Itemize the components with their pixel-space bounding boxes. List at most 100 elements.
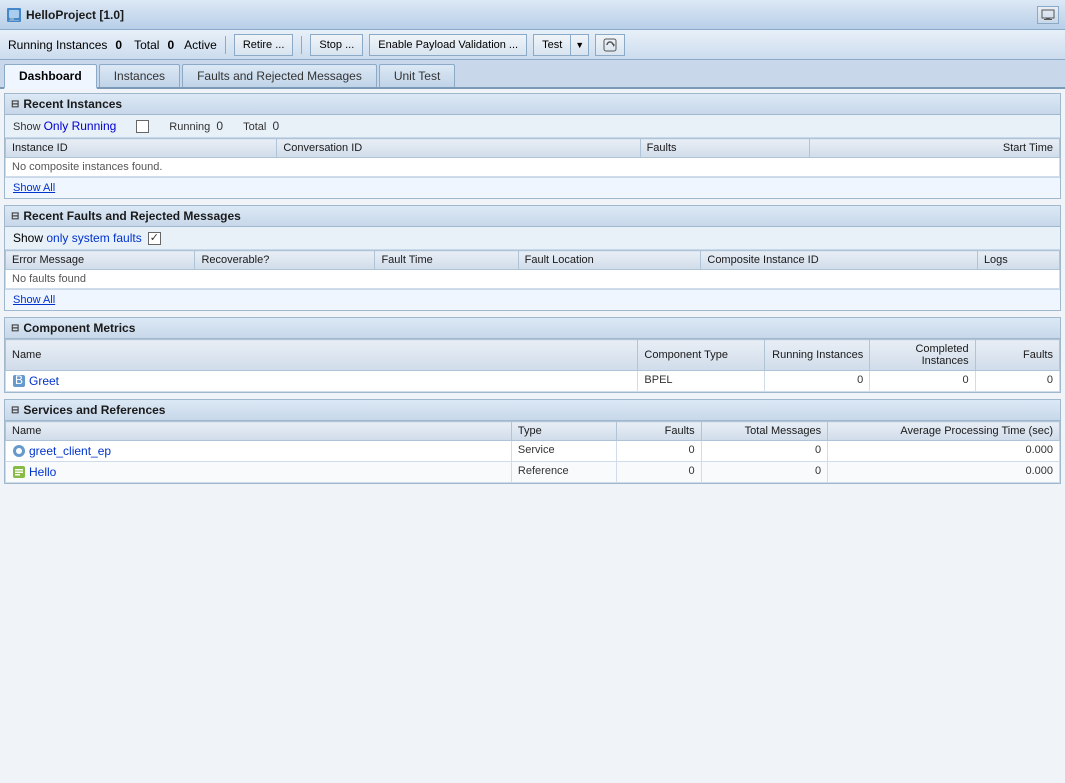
instances-show-all[interactable]: Show All [5, 177, 1060, 198]
refresh-button[interactable] [595, 34, 625, 56]
recent-instances-title: Recent Instances [23, 97, 122, 111]
show-only-running-checkbox[interactable] [136, 120, 149, 133]
metrics-table: Name Component Type Running Instances Co… [5, 339, 1060, 392]
tab-faults[interactable]: Faults and Rejected Messages [182, 64, 377, 87]
col-metrics-running: Running Instances [764, 340, 869, 371]
collapse-services-icon[interactable]: ⊟ [11, 405, 19, 416]
recent-faults-header: ⊟ Recent Faults and Rejected Messages [5, 206, 1060, 227]
recent-faults-title: Recent Faults and Rejected Messages [23, 209, 240, 223]
only-system-faults-text: only system faults [46, 231, 141, 245]
table-row: Hello Reference 0 0 0.000 [6, 462, 1060, 483]
table-row: greet_client_ep Service 0 0 0.000 [6, 441, 1060, 462]
services-references-content: Name Type Faults Total Messages Average … [5, 421, 1060, 483]
service-row-avg: 0.000 [828, 441, 1060, 462]
col-faults: Faults [640, 139, 810, 158]
total-label: Total [134, 38, 159, 52]
service-name-text: greet_client_ep [29, 444, 111, 458]
tab-dashboard[interactable]: Dashboard [4, 64, 97, 89]
no-faults-message: No faults found [6, 270, 1060, 289]
metrics-row-type: BPEL [638, 371, 764, 392]
bpel-icon: B [12, 374, 26, 388]
component-metrics-title: Component Metrics [23, 321, 135, 335]
total-count-val: 0 [272, 119, 279, 133]
recent-faults-section: ⊟ Recent Faults and Rejected Messages Sh… [4, 205, 1061, 311]
retire-button[interactable]: Retire ... [234, 34, 294, 56]
enable-payload-button[interactable]: Enable Payload Validation ... [369, 34, 527, 56]
app-icon [6, 7, 22, 23]
hello-link[interactable]: Hello [12, 465, 505, 479]
component-metrics-content: Name Component Type Running Instances Co… [5, 339, 1060, 392]
collapse-faults-icon[interactable]: ⊟ [11, 211, 19, 222]
only-running-highlight: Only Running [44, 119, 117, 133]
service-icon [12, 444, 26, 458]
col-services-avg: Average Processing Time (sec) [828, 422, 1060, 441]
tab-unittest[interactable]: Unit Test [379, 64, 455, 87]
running-count: 0 [216, 119, 223, 133]
show-system-faults-checkbox[interactable] [148, 232, 161, 245]
reference-row-faults: 0 [617, 462, 701, 483]
main-content: ⊟ Recent Instances Show Only Running Run… [0, 89, 1065, 783]
greet-link[interactable]: B Greet [12, 374, 631, 388]
collapse-metrics-icon[interactable]: ⊟ [11, 323, 19, 334]
metrics-row-completed: 0 [870, 371, 975, 392]
col-recoverable: Recoverable? [195, 251, 375, 270]
col-services-faults: Faults [617, 422, 701, 441]
collapse-instances-icon[interactable]: ⊟ [11, 99, 19, 110]
tab-instances[interactable]: Instances [99, 64, 180, 87]
col-metrics-name: Name [6, 340, 638, 371]
services-references-header: ⊟ Services and References [5, 400, 1060, 421]
stop-button[interactable]: Stop ... [310, 34, 363, 56]
window-title: HelloProject [1.0] [26, 8, 1037, 22]
monitor-button[interactable] [1037, 6, 1059, 24]
reference-row-avg: 0.000 [828, 462, 1060, 483]
test-button-group: Test ▼ [533, 34, 589, 56]
service-row-name: greet_client_ep [6, 441, 512, 462]
reference-row-total: 0 [701, 462, 827, 483]
svg-text:B: B [15, 374, 23, 387]
no-faults-row: No faults found [6, 270, 1060, 289]
show-only-running-label: Show Only Running [13, 119, 116, 133]
table-row: B Greet BPEL 0 0 0 [6, 371, 1060, 392]
faults-show-all[interactable]: Show All [5, 289, 1060, 310]
faults-content: Error Message Recoverable? Fault Time Fa… [5, 250, 1060, 289]
col-metrics-completed: Completed Instances [870, 340, 975, 371]
active-label: Active [184, 38, 217, 52]
greet-link-text: Greet [29, 374, 59, 388]
services-references-title: Services and References [23, 403, 165, 417]
col-error-message: Error Message [6, 251, 195, 270]
col-services-total: Total Messages [701, 422, 827, 441]
col-fault-time: Fault Time [375, 251, 518, 270]
separator-1 [225, 36, 226, 54]
separator-2 [301, 36, 302, 54]
reference-name-text: Hello [29, 465, 56, 479]
total-count: 0 [167, 38, 174, 52]
title-bar: HelloProject [1.0] [0, 0, 1065, 30]
recent-instances-section: ⊟ Recent Instances Show Only Running Run… [4, 93, 1061, 199]
instances-toolbar: Show Only Running Running 0 Total 0 [5, 115, 1060, 138]
no-instances-message: No composite instances found. [6, 158, 1060, 177]
col-composite-instance-id: Composite Instance ID [701, 251, 978, 270]
reference-icon [12, 465, 26, 479]
tab-bar: Dashboard Instances Faults and Rejected … [0, 60, 1065, 89]
col-fault-location: Fault Location [518, 251, 701, 270]
col-metrics-type: Component Type [638, 340, 764, 371]
col-start-time: Start Time [810, 139, 1060, 158]
faults-table: Error Message Recoverable? Fault Time Fa… [5, 250, 1060, 289]
col-conversation-id: Conversation ID [277, 139, 640, 158]
col-instance-id: Instance ID [6, 139, 277, 158]
no-instances-row: No composite instances found. [6, 158, 1060, 177]
reference-row-type: Reference [511, 462, 616, 483]
metrics-row-name: B Greet [6, 371, 638, 392]
component-metrics-header: ⊟ Component Metrics [5, 318, 1060, 339]
services-references-section: ⊟ Services and References Name Type Faul… [4, 399, 1061, 484]
recent-instances-header: ⊟ Recent Instances [5, 94, 1060, 115]
test-dropdown-arrow[interactable]: ▼ [570, 34, 589, 56]
service-row-faults: 0 [617, 441, 701, 462]
total-count-label: Total 0 [243, 119, 279, 133]
service-row-total: 0 [701, 441, 827, 462]
col-logs: Logs [977, 251, 1059, 270]
component-metrics-section: ⊟ Component Metrics Name Component Type … [4, 317, 1061, 393]
greet-client-ep-link[interactable]: greet_client_ep [12, 444, 505, 458]
test-button[interactable]: Test [533, 34, 570, 56]
running-count-label: Running 0 [169, 119, 223, 133]
